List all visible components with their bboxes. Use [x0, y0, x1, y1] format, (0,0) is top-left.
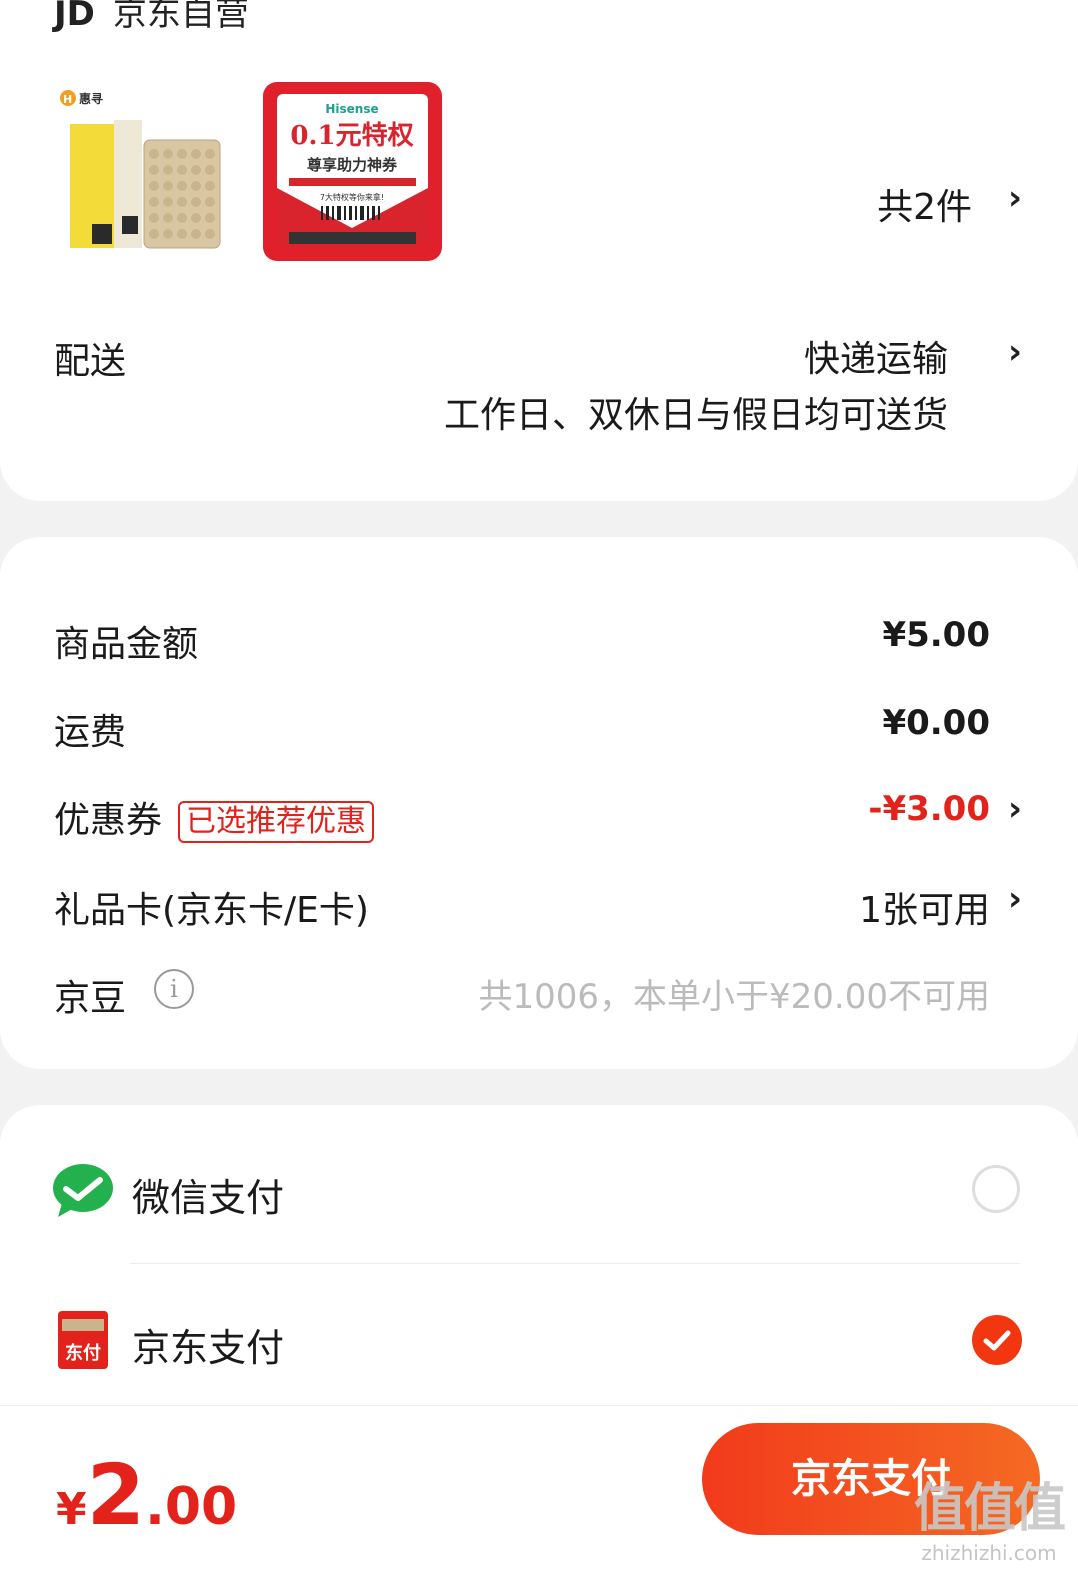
order-total: ¥2.00	[56, 1446, 237, 1544]
shipping-fee-value: ¥0.00	[882, 703, 990, 743]
checkout-bar: ¥2.00 京东支付 值值值 zhizhizhi.com	[0, 1405, 1078, 1575]
goods-amount-value: ¥5.00	[882, 615, 990, 655]
watermark-url: zhizhizhi.com	[921, 1541, 1057, 1565]
wechat-pay-radio[interactable]	[972, 1165, 1020, 1213]
delivery-method[interactable]: 快递运输	[804, 330, 948, 382]
jd-beans-label: 京豆	[54, 978, 127, 1019]
chevron-right-icon[interactable]: ›	[1008, 178, 1022, 218]
coupon-row[interactable]: 优惠券 已选推荐优惠	[54, 791, 375, 843]
product-thumbnail-coupon[interactable]: Hisense 0.1元特权 尊享助力神券 7大特权等你来拿!	[263, 82, 442, 261]
total-integer: 2	[86, 1446, 146, 1544]
jd-logo: JD	[54, 0, 95, 34]
item-count: 共2件	[877, 187, 972, 228]
coupon-title: 0.1元特权	[290, 120, 413, 151]
coupon-note: 7大特权等你来拿!	[320, 192, 384, 202]
watermark-logo: 值值值	[913, 1479, 1066, 1539]
divider	[130, 1263, 1020, 1264]
coupon-value[interactable]: -¥3.00	[868, 789, 990, 829]
info-icon[interactable]: i	[154, 969, 194, 1009]
coupon-image: Hisense 0.1元特权 尊享助力神券 7大特权等你来拿!	[277, 94, 428, 244]
jd-pay-label[interactable]: 京东支付	[132, 1317, 284, 1372]
order-items-card: JD 京东自营 H 惠寻 Hisense 0.1元特权 尊享助力神券 7大特权等…	[0, 0, 1078, 501]
total-currency-symbol: ¥	[56, 1484, 87, 1535]
delivery-label: 配送	[54, 341, 127, 382]
jd-pay-radio-selected[interactable]	[972, 1315, 1022, 1365]
shop-name: 京东自营	[112, 0, 249, 34]
wechat-pay-icon	[52, 1163, 114, 1219]
shipping-fee-label: 运费	[54, 712, 127, 753]
coupon-selected-tag: 已选推荐优惠	[178, 801, 375, 843]
chevron-right-icon[interactable]: ›	[1008, 879, 1022, 919]
watermark: 值值值 zhizhizhi.com	[913, 1466, 1066, 1565]
jd-pay-icon: 东付	[58, 1311, 108, 1369]
shop-header: JD 京东自营	[54, 0, 249, 35]
coupon-label: 优惠券	[54, 800, 163, 841]
coupon-subtitle: 尊享助力神券	[307, 156, 398, 174]
product-thumbnail-paper[interactable]: H 惠寻	[58, 84, 228, 260]
gift-card-label: 礼品卡(京东卡/E卡)	[54, 890, 369, 931]
payment-methods-card: 微信支付 东付 京东支付	[0, 1105, 1078, 1405]
price-summary-card: 商品金额 ¥5.00 运费 ¥0.00 优惠券 已选推荐优惠 -¥3.00 › 礼…	[0, 537, 1078, 1069]
wechat-pay-label[interactable]: 微信支付	[132, 1167, 284, 1222]
goods-amount-label: 商品金额	[54, 624, 199, 665]
jd-pay-icon-text: 东付	[65, 1343, 101, 1364]
svg-text:H: H	[63, 93, 72, 106]
paper-brand: 惠寻	[79, 91, 103, 106]
toilet-paper-image: H 惠寻	[60, 90, 221, 249]
chevron-right-icon[interactable]: ›	[1008, 332, 1022, 372]
item-count-link[interactable]: 共2件	[877, 178, 972, 230]
delivery-note: 工作日、双休日与假日均可送货	[443, 395, 948, 436]
check-icon	[983, 1330, 1011, 1351]
coupon-brand: Hisense	[325, 102, 378, 116]
total-decimal: .00	[145, 1477, 238, 1537]
chevron-right-icon[interactable]: ›	[1008, 789, 1022, 829]
jd-beans-value: 共1006，本单小于¥20.00不可用	[478, 977, 991, 1017]
gift-card-value[interactable]: 1张可用	[859, 881, 990, 933]
